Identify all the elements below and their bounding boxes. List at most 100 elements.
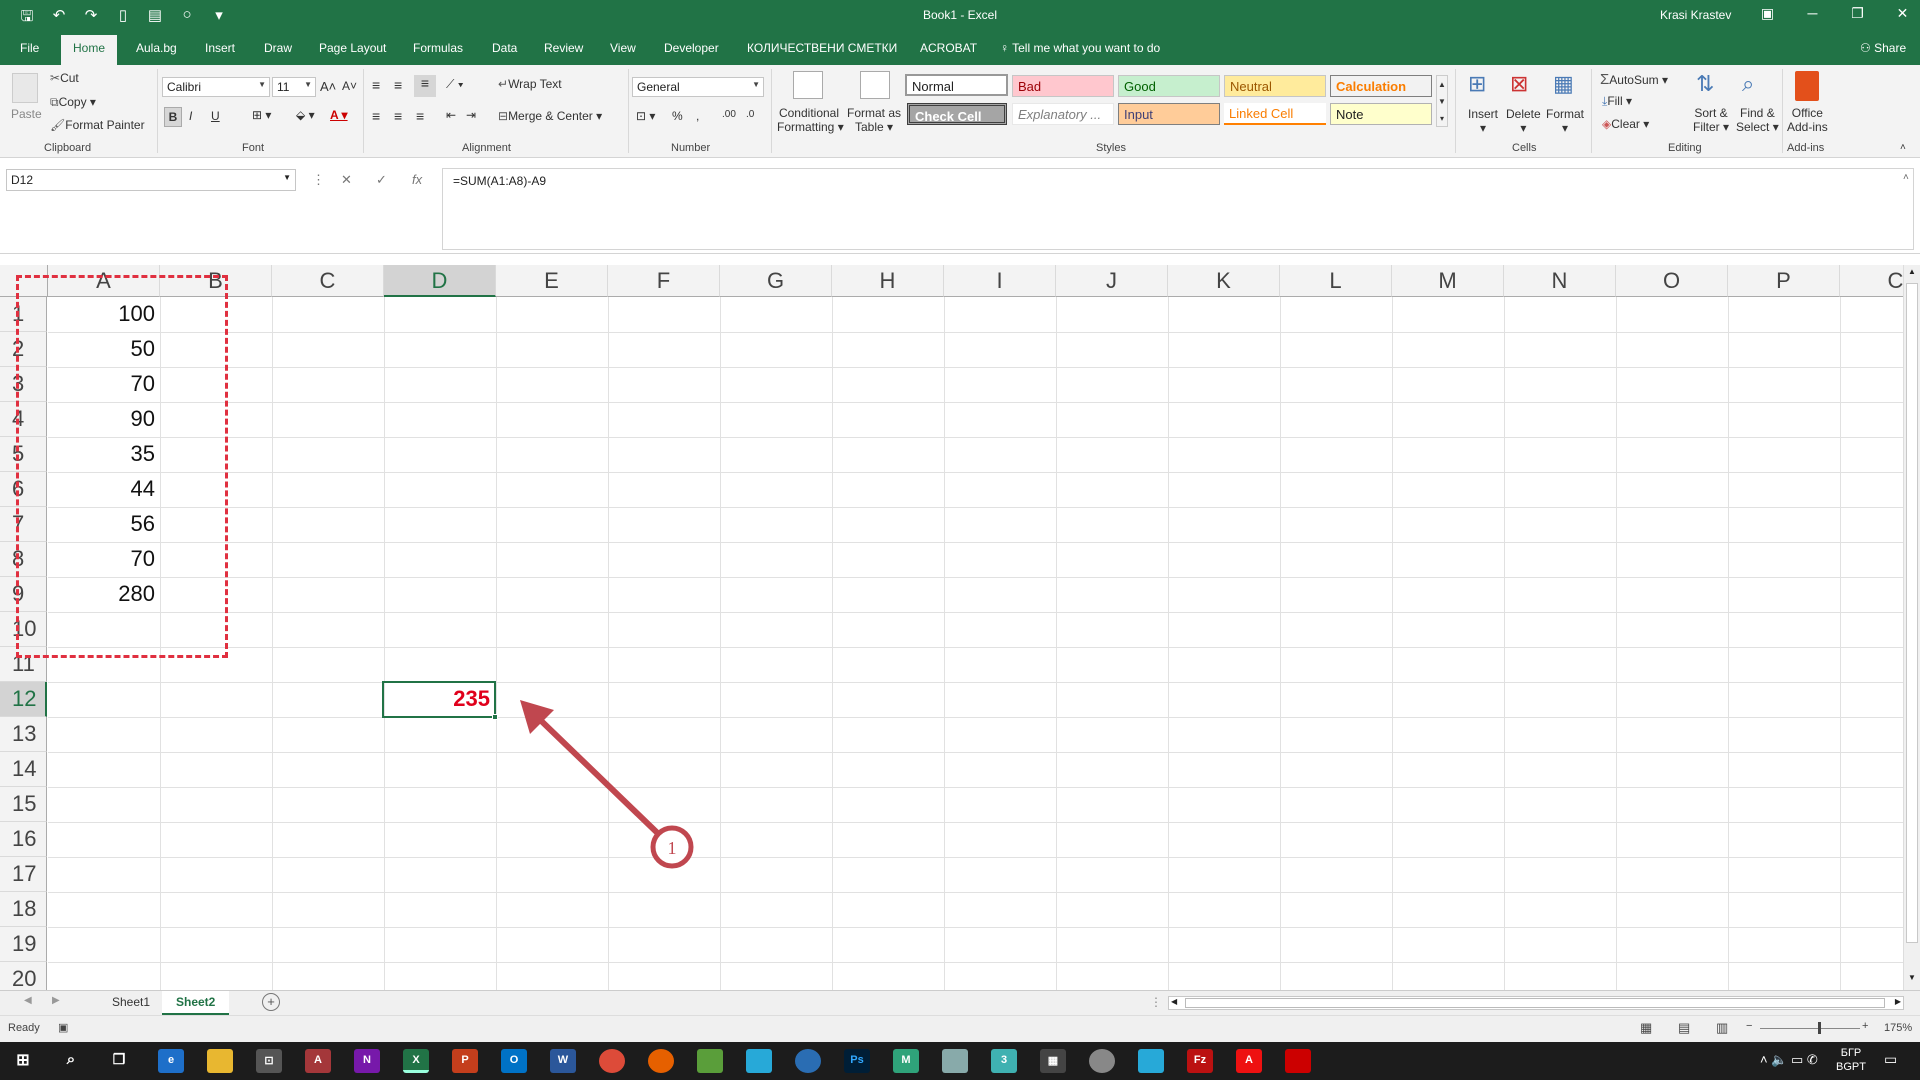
restore-icon[interactable]: ❐ [1835, 5, 1880, 22]
row-header[interactable]: 14 [0, 752, 47, 787]
fill-color-icon[interactable]: ⬙ ▾ [296, 108, 315, 122]
column-header[interactable]: P [1728, 265, 1840, 297]
fill-button[interactable]: ⤓ Fill ▾ [1602, 94, 1632, 109]
sheet-tab-sheet2[interactable]: Sheet2 [162, 991, 230, 1015]
wrap-text-button[interactable]: ↵ Wrap Text [498, 77, 562, 91]
increase-indent-icon[interactable]: ⇥ [466, 108, 476, 122]
name-box[interactable]: D12 ▼ [6, 169, 296, 191]
row-header[interactable]: 12 [0, 682, 47, 717]
format-as-table-button[interactable]: Format as Table ▾ [846, 106, 902, 134]
share-button[interactable]: ⚇ Share [1860, 41, 1906, 55]
column-header[interactable]: K [1168, 265, 1280, 297]
tab-developer[interactable]: Developer [664, 41, 719, 55]
tab-data[interactable]: Data [492, 41, 517, 55]
row-header[interactable]: 17 [0, 857, 47, 892]
decrease-decimal-icon[interactable]: .0 [746, 109, 754, 120]
scroll-down-icon[interactable]: ▼ [1905, 973, 1919, 985]
app-icon-1[interactable] [746, 1049, 772, 1073]
row-header[interactable]: 20 [0, 962, 47, 990]
percent-icon[interactable]: % [672, 109, 683, 123]
fill-handle[interactable] [492, 714, 498, 720]
align-bottom-icon[interactable]: ≡ [414, 75, 436, 97]
access-icon[interactable]: A [305, 1049, 331, 1073]
tab-home[interactable]: Home [61, 35, 118, 65]
page-break-view-icon[interactable]: ▥ [1716, 1020, 1728, 1036]
conditional-formatting-button[interactable]: Conditional Formatting ▾ [777, 106, 844, 134]
column-header[interactable]: D [384, 265, 496, 297]
app-icon-6[interactable] [1138, 1049, 1164, 1073]
format-cells-icon[interactable]: ▦ [1553, 71, 1574, 97]
macro-record-icon[interactable]: ▣ [58, 1021, 68, 1034]
borders-icon[interactable]: ⊞ ▾ [252, 108, 271, 122]
style-bad[interactable]: Bad [1012, 75, 1114, 97]
tab-insert[interactable]: Insert [205, 41, 235, 55]
expand-formula-bar-icon[interactable]: ˄ [1903, 172, 1909, 183]
column-header[interactable]: H [832, 265, 944, 297]
clipboard-icon[interactable] [12, 73, 38, 103]
column-header[interactable]: M [1392, 265, 1504, 297]
prev-sheet-icon[interactable]: ◀ [24, 995, 32, 1006]
style-normal[interactable]: Normal [905, 74, 1008, 96]
style-input[interactable]: Input [1118, 103, 1220, 125]
vertical-scrollbar[interactable]: ▲ ▼ [1903, 265, 1920, 990]
merge-center-button[interactable]: ⊟ Merge & Center ▾ [498, 109, 602, 123]
scroll-right-icon[interactable]: ▶ [1895, 997, 1901, 1006]
autosum-button[interactable]: Σ AutoSum ▾ [1600, 71, 1668, 88]
acrobat-reader-icon[interactable] [1285, 1049, 1311, 1073]
style-explanatory[interactable]: Explanatory ... [1012, 103, 1114, 125]
italic-button[interactable]: I [189, 109, 192, 123]
onenote-icon[interactable]: N [354, 1049, 380, 1073]
clear-button[interactable]: ◈ Clear ▾ [1602, 117, 1649, 131]
decrease-indent-icon[interactable]: ⇤ [446, 108, 456, 122]
zoom-in-icon[interactable]: + [1862, 1020, 1868, 1032]
paste-button[interactable]: Paste [11, 107, 42, 121]
orientation-icon[interactable]: ⟋ ▾ [446, 77, 464, 92]
shrink-font-icon[interactable]: A˅ [342, 79, 357, 93]
tab-review[interactable]: Review [544, 41, 583, 55]
tab-formulas[interactable]: Formulas [413, 41, 463, 55]
format-painter-button[interactable]: 🖌 Format Painter [50, 118, 145, 132]
zoom-slider-thumb[interactable] [1818, 1022, 1821, 1034]
confirm-entry-icon[interactable]: ✓ [376, 172, 387, 188]
comma-style-icon[interactable]: , [696, 109, 699, 123]
photoshop-icon[interactable]: Ps [844, 1049, 870, 1073]
column-header[interactable]: L [1280, 265, 1392, 297]
ribbon-display-icon[interactable]: ▣ [1745, 5, 1790, 22]
worksheet-grid[interactable]: ABCDEFGHIJKLMNOPC 1 2 3 4 5 6 7 8 9 10 11 12 13 14 15 1… [0, 265, 1905, 990]
align-right-icon[interactable]: ≡ [416, 108, 424, 124]
row-header[interactable]: 15 [0, 787, 47, 822]
number-format-combo[interactable]: General ▼ [632, 77, 764, 97]
notifications-icon[interactable]: ▭ [1884, 1051, 1897, 1068]
style-calculation[interactable]: Calculation [1330, 75, 1432, 97]
language-indicator[interactable]: БГР BGPT [1836, 1046, 1866, 1074]
cut-button[interactable]: ✂ Cut [50, 71, 79, 85]
app-icon-3[interactable] [942, 1049, 968, 1073]
scroll-left-icon[interactable]: ◀ [1171, 997, 1177, 1006]
app-icon-2[interactable] [795, 1049, 821, 1073]
insert-cells-button[interactable]: Insert ▾ [1468, 107, 1498, 135]
formula-input[interactable]: =SUM(A1:A8)-A9 [442, 168, 1914, 250]
tab-view[interactable]: View [610, 41, 636, 55]
user-name[interactable]: Krasi Krastev [1660, 8, 1731, 22]
tab-page-layout[interactable]: Page Layout [319, 41, 386, 55]
powerpoint-icon[interactable]: P [452, 1049, 478, 1073]
column-header[interactable]: F [608, 265, 720, 297]
tab-draw[interactable]: Draw [264, 41, 292, 55]
tab-acrobat[interactable]: ACROBAT [920, 41, 977, 55]
zoom-out-icon[interactable]: − [1746, 1020, 1752, 1032]
cancel-entry-icon[interactable]: ✕ [341, 172, 352, 188]
chrome-icon[interactable] [599, 1049, 625, 1073]
row-header[interactable]: 13 [0, 717, 47, 752]
store-icon[interactable]: ⊡ [256, 1049, 282, 1073]
horizontal-scrollbar[interactable]: ◀ ▶ [1168, 996, 1904, 1010]
tell-me-box[interactable]: ♀ Tell me what you want to do [1000, 41, 1160, 55]
acrobat-icon[interactable]: A [1236, 1049, 1262, 1073]
zoom-level[interactable]: 175% [1884, 1022, 1912, 1034]
font-size-combo[interactable]: 11 ▼ [272, 77, 316, 97]
excel-icon[interactable]: X [403, 1049, 429, 1073]
close-icon[interactable]: ✕ [1880, 5, 1920, 22]
bold-button[interactable]: B [164, 107, 182, 127]
column-header[interactable]: C [272, 265, 384, 297]
format-cells-button[interactable]: Format ▾ [1546, 107, 1584, 135]
find-select-button[interactable]: Find & Select ▾ [1736, 106, 1779, 134]
